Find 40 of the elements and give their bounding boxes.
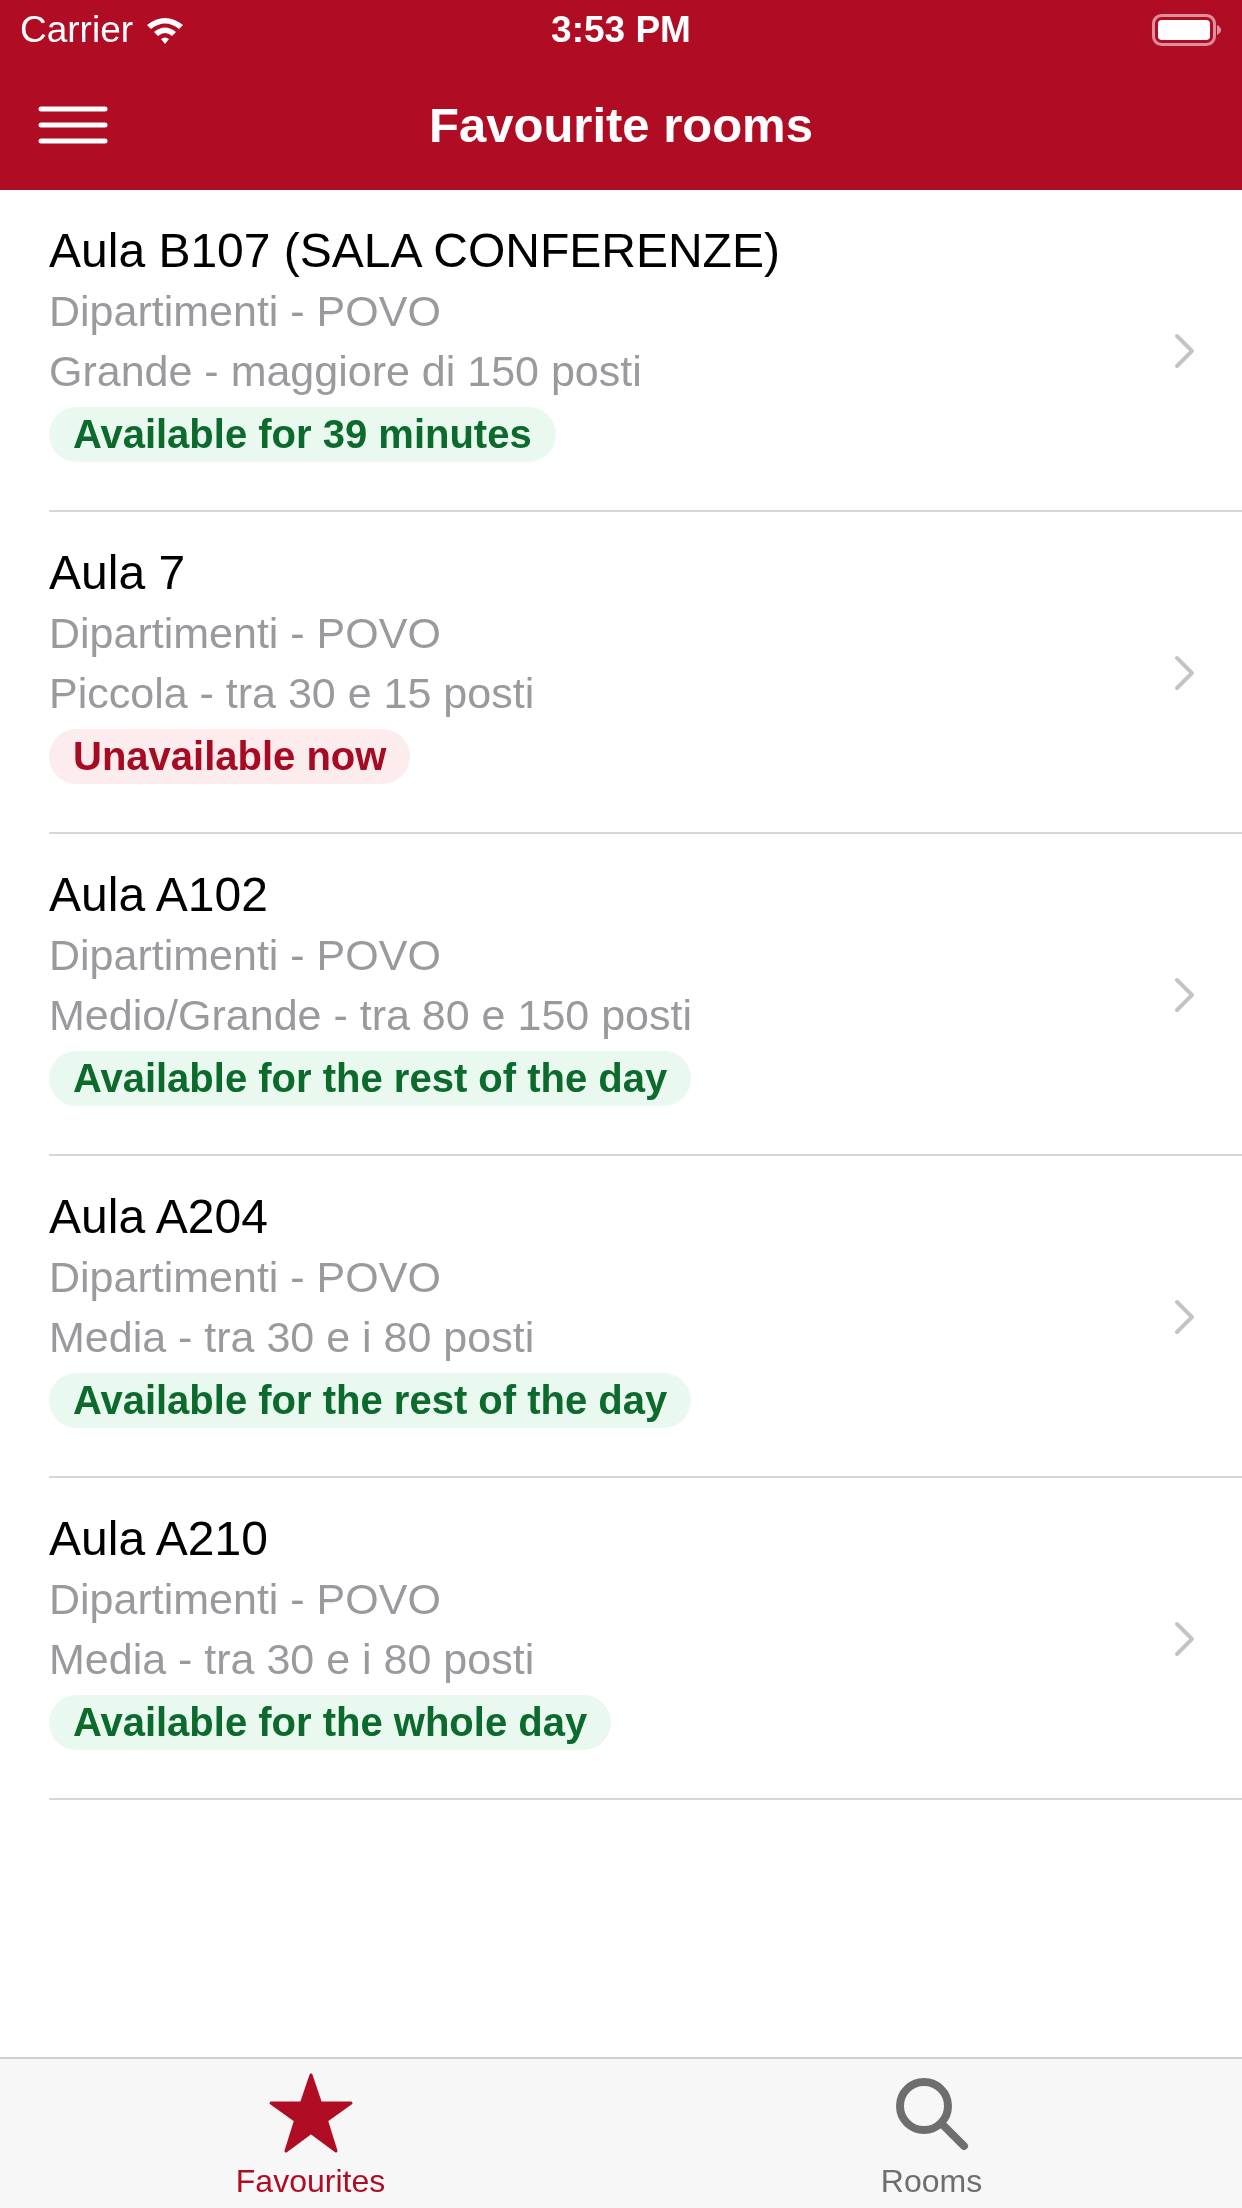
tab-item[interactable]: Favourites bbox=[0, 2059, 621, 2208]
room-capacity: Media - tra 30 e i 80 posti bbox=[49, 1634, 535, 1685]
carrier-label: Carrier bbox=[20, 9, 134, 51]
room-name: Aula A204 bbox=[49, 1189, 268, 1245]
status-time: 3:53 PM bbox=[551, 9, 691, 51]
room-location: Dipartimenti - POVO bbox=[49, 1574, 441, 1625]
chevron-icon bbox=[1174, 654, 1196, 691]
room-location: Dipartimenti - POVO bbox=[49, 286, 441, 337]
room-location: Dipartimenti - POVO bbox=[49, 608, 441, 659]
availability-badge: Available for the rest of the day bbox=[49, 1373, 692, 1428]
room-name: Aula A102 bbox=[49, 867, 268, 923]
star-icon bbox=[267, 2073, 354, 2155]
chevron-icon bbox=[1174, 1298, 1196, 1335]
room-name: Aula A210 bbox=[49, 1511, 268, 1567]
menu-icon bbox=[38, 106, 108, 144]
room-location: Dipartimenti - POVO bbox=[49, 930, 441, 981]
nav-title: Favourite rooms bbox=[429, 97, 813, 153]
chevron-icon bbox=[1174, 976, 1196, 1013]
availability-badge: Available for the whole day bbox=[49, 1695, 612, 1750]
room-capacity: Media - tra 30 e i 80 posti bbox=[49, 1312, 535, 1363]
availability-badge: Unavailable now bbox=[49, 729, 411, 784]
room-row[interactable]: Aula A102 Dipartimenti - POVO Medio/Grande - tra 80 e 150 posti Available for the rest of the day bbox=[49, 834, 1242, 1156]
room-row[interactable]: Aula A210 Dipartimenti - POVO Media - tra 30 e i 80 posti Available for the whole day bbox=[49, 1478, 1242, 1800]
wifi-icon bbox=[145, 15, 186, 45]
room-row[interactable]: Aula 7 Dipartimenti - POVO Piccola - tra 30 e 15 posti Unavailable now bbox=[49, 512, 1242, 834]
room-name: Aula 7 bbox=[49, 545, 186, 601]
search-icon bbox=[893, 2076, 970, 2152]
room-location: Dipartimenti - POVO bbox=[49, 1252, 441, 1303]
availability-badge: Available for 39 minutes bbox=[49, 407, 556, 462]
tab-item[interactable]: Rooms bbox=[621, 2059, 1242, 2208]
room-capacity: Piccola - tra 30 e 15 posti bbox=[49, 668, 535, 719]
battery-icon bbox=[1152, 14, 1222, 46]
chevron-icon bbox=[1174, 332, 1196, 369]
room-capacity: Medio/Grande - tra 80 e 150 posti bbox=[49, 990, 692, 1041]
room-row[interactable]: Aula B107 (SALA CONFERENZE) Dipartimenti - POVO Grande - maggiore di 150 posti Available for 39 minutes bbox=[49, 190, 1242, 512]
availability-badge: Available for the rest of the day bbox=[49, 1051, 692, 1106]
room-row[interactable]: Aula A204 Dipartimenti - POVO Media - tra 30 e i 80 posti Available for the rest of the day bbox=[49, 1156, 1242, 1478]
room-name: Aula B107 (SALA CONFERENZE) bbox=[49, 223, 780, 279]
chevron-icon bbox=[1174, 1620, 1196, 1657]
room-capacity: Grande - maggiore di 150 posti bbox=[49, 346, 642, 397]
